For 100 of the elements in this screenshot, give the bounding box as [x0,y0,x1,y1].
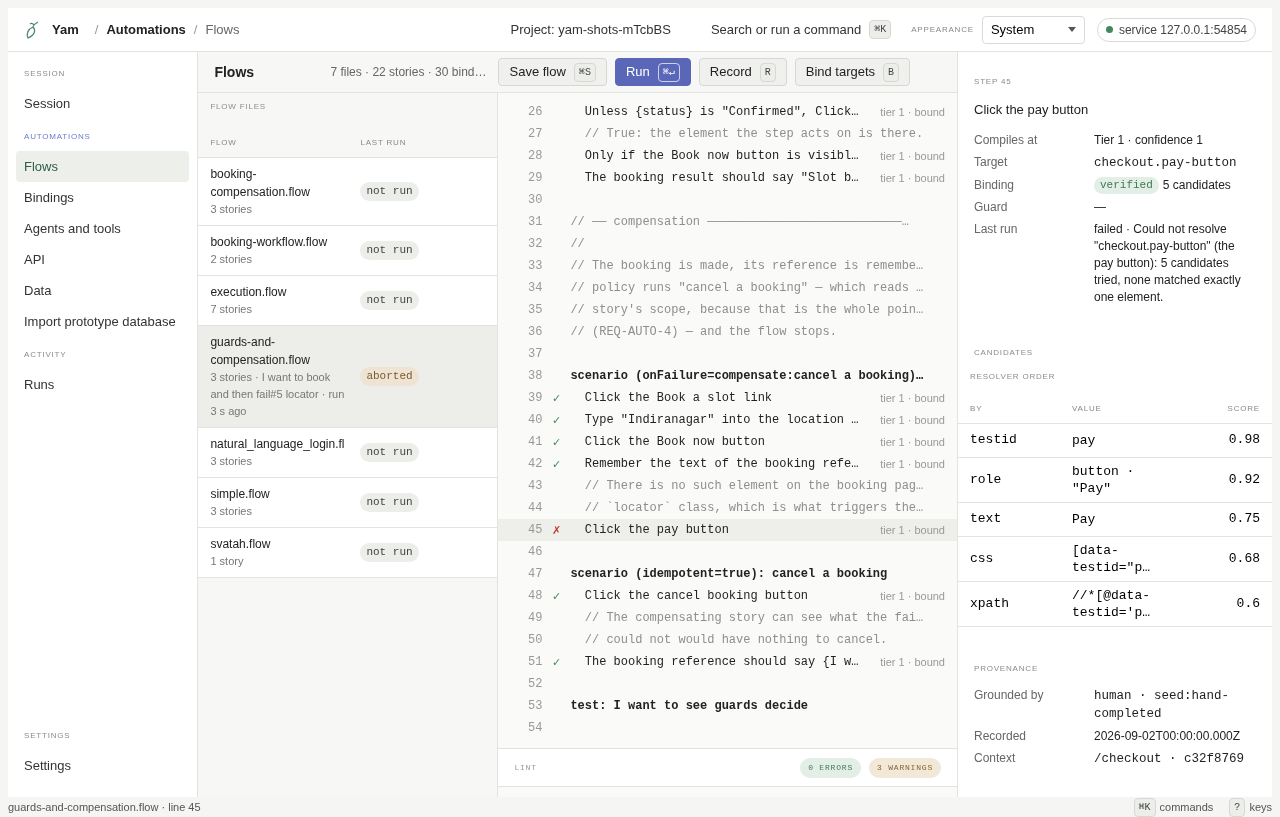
sidebar-item[interactable]: Data [16,275,190,306]
line-number: 30 [527,192,543,209]
sprout-icon [24,20,40,39]
breadcrumb[interactable]: Flows [205,19,240,40]
line-number: 34 [527,280,543,297]
section-label: STEP 45 [974,76,1013,88]
flow-row[interactable]: natural_language_login.fl 3 stories not run [198,428,498,478]
flow-row[interactable]: booking-compensation.flow 3 stories not run [198,158,498,226]
line-number: 32 [527,236,543,253]
code-text: // `locator` class, which is what triggers the… [583,500,924,517]
code-text: Click the Book now button [583,434,765,451]
line-number: 46 [527,544,543,561]
line-number: 49 [527,610,543,627]
table-cell-text: text [970,510,1003,529]
check-icon: ✓ [552,433,562,451]
run-status: not run [360,443,419,462]
run-status: not run [360,493,419,512]
column-header: FLOW [210,137,238,149]
flow-row[interactable]: guards-and-compensation.flow 3 stories · I want to book and then fail#5 locator · run 3 s ago aborted [198,326,498,428]
sidebar-item[interactable]: Bindings [16,182,190,213]
field-label: Context [974,749,1017,767]
command-search[interactable]: Search or run a command ⌘K [710,19,892,40]
code-text: // The booking is made, its reference is remembe… [570,258,924,275]
flow-row[interactable]: svatah.flow 1 story not run [198,528,498,578]
flow-row[interactable]: execution.flow 7 stories not run [198,276,498,326]
toolbar-button[interactable]: Bind targets B [794,58,911,86]
sidebar-item[interactable]: Runs [16,369,190,400]
line-number: 38 [527,368,543,385]
sidebar-item[interactable]: Settings [16,750,190,781]
status-text: guards-and-compensation.flow · line 45 [8,799,202,815]
sidebar-item[interactable]: Session [16,88,190,119]
line-number: 35 [527,302,543,319]
breadcrumb-separator: / [193,20,198,39]
line-number: 37 [527,346,543,363]
shortcut-key: ⌘S [573,62,596,82]
code-text: Click the Book a slot link [583,390,773,407]
line-number: 27 [527,126,543,143]
line-number: 54 [527,720,543,737]
code-text: // The compensating story can see what the fai… [583,610,924,627]
line-number: 28 [527,148,543,165]
run-status: not run [360,543,419,562]
line-number: 51 [527,654,543,671]
flow-name: execution.flow [210,284,288,301]
shortcut-key: ⌘K [869,20,892,39]
code-text: scenario (idempotent=true): cancel a booking [570,566,888,583]
check-icon: ✓ [552,455,562,473]
shortcut-key: ⌘↵ [657,62,680,82]
table-cell-text: //*[@data-testid='p… [1072,586,1151,621]
sidebar-item[interactable]: Agents and tools [16,213,190,244]
panel-title: Flows [214,62,256,82]
toolbar-button[interactable]: Save flow ⌘S [498,58,607,86]
flow-name: simple.flow [210,486,271,503]
caret-icon [1067,27,1076,32]
breadcrumb[interactable]: Automations [106,19,186,40]
code-text: // There is no such element on the booking pag… [583,478,924,495]
shortcut-label: keys [1249,799,1272,815]
flow-name: booking-workflow.flow [210,234,329,251]
toolbar-button[interactable]: Record R [698,58,787,86]
flow-name: booking-compensation.flow [210,166,311,201]
code-text: // [570,236,585,253]
shortcut-key: ⌘K [1133,797,1156,817]
appearance-select[interactable]: System [981,15,1085,44]
step-title: Click the pay button [974,101,1090,119]
shortcut-key: R [759,62,776,82]
flow-row[interactable]: simple.flow 3 stories not run [198,478,498,528]
field-label: Grounded by [974,686,1045,704]
line-number: 31 [527,214,543,231]
field-label: Guard [974,198,1009,216]
table-cell-text: 0.92 [1227,470,1260,489]
line-number: 48 [527,588,543,605]
field-label: Last run [974,220,1019,238]
toolbar-button[interactable]: Run ⌘↵ [614,58,691,86]
table-cell-text: xpath [970,594,1010,613]
sidebar-item[interactable]: Import prototype database [16,306,190,337]
field-label: Binding [974,176,1016,194]
field-label: Recorded [974,727,1028,745]
code-text: Type "Indiranagar" into the location … [583,412,859,429]
step-meta: tier 1 · bound [880,104,945,120]
table-cell-text: 0.68 [1227,549,1260,568]
code-text: The booking result should say "Slot b… [583,170,859,187]
section-label: LINT [514,761,538,774]
sidebar-item[interactable]: API [16,244,190,275]
code-text: Click the pay button [583,522,729,539]
line-number: 45 [527,522,543,539]
flow-row[interactable]: booking-workflow.flow 2 stories not run [198,226,498,276]
table-cell-text: pay [1072,431,1097,449]
flow-detail: 3 stories [210,454,253,469]
line-number: 52 [527,676,543,693]
table-cell-text: role [970,470,1003,489]
section-label: RESOLVER ORDER [970,370,1057,383]
line-number: 43 [527,478,543,495]
code-text: // (REQ-AUTO-4) — and the flow stops. [570,324,837,341]
line-number: 39 [527,390,543,407]
column-header: LAST RUN [360,137,407,149]
code-text: Unless {status} is "Confirmed", Click… [583,104,859,121]
flow-detail: 1 story [210,554,245,569]
line-number: 29 [527,170,543,187]
table-cell-text: css [970,549,995,568]
sidebar-item[interactable]: Flows [16,151,190,182]
line-number: 44 [527,500,543,517]
